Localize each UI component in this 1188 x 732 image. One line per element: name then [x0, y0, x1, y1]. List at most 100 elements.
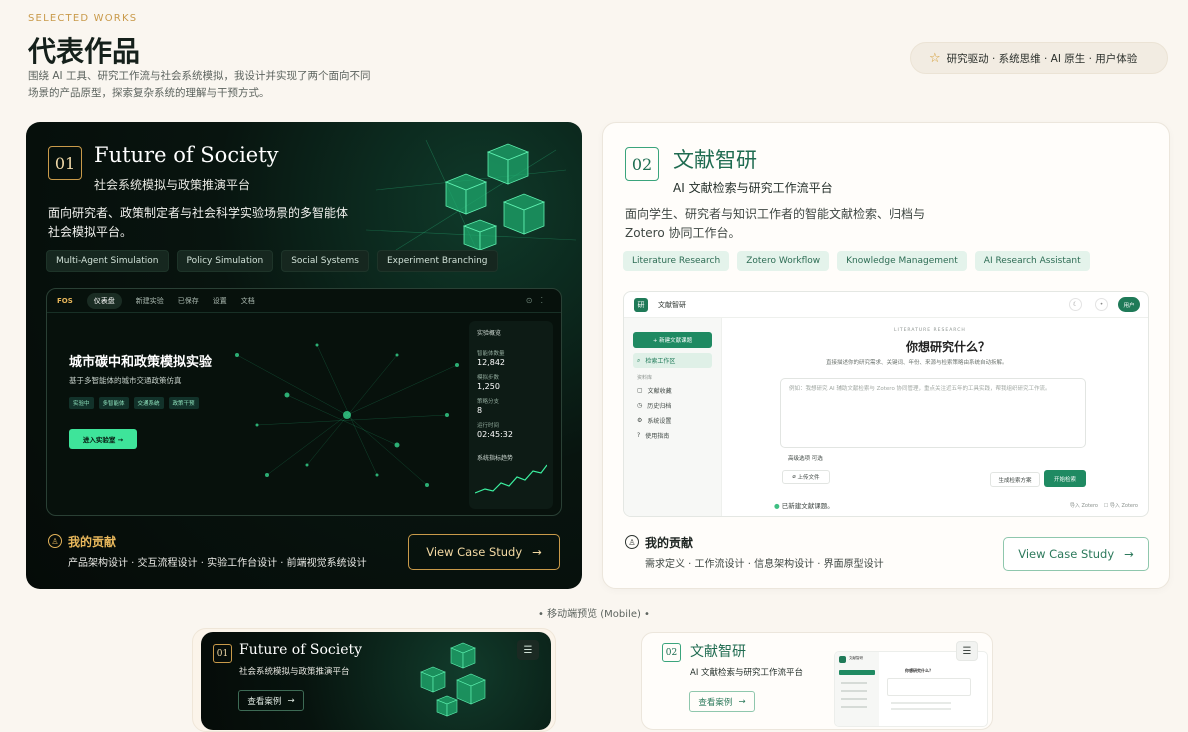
mobile-project-subtitle: AI 文献检索与研究工作流平台: [690, 668, 804, 678]
cube-cluster-illustration: [420, 642, 486, 717]
app-main-subtitle: 直接描述你的研究需求、关键词、年份、来源与检索策略由系统自动拆解。: [826, 360, 1008, 366]
sidebar-item-settings: ⚙ 系统设置: [633, 413, 712, 428]
focus-pill-text: 研究驱动 · 系统思维 · AI 原生 · 用户体验: [946, 52, 1138, 65]
view-case-study-button[interactable]: View Case Study →: [1003, 537, 1149, 571]
import-zotero-label: 导入 Zotero: [1109, 503, 1138, 509]
stat-label: 运行时间: [477, 423, 500, 429]
app-main-title: 你想研究什么？: [906, 340, 991, 354]
stat-label: 智能体数量: [477, 351, 505, 357]
advanced-options: 高级选项 可选: [788, 456, 823, 462]
stat-value: 02:45:32: [477, 430, 513, 439]
dashboard-nav-item: 文档: [240, 296, 255, 305]
view-case-study-button[interactable]: View Case Study →: [408, 534, 560, 570]
page-description: 围绕 AI 工具、研究工作流与社会系统模拟，我设计并实现了两个面向不同场景的产品…: [28, 70, 371, 99]
moon-icon: ☾: [1069, 298, 1082, 311]
trend-sparkline: [475, 464, 547, 494]
mobile-view-case-button[interactable]: 查看案例 →: [238, 690, 304, 711]
arrow-right-icon: →: [1124, 547, 1134, 561]
enter-lab-button: 进入实验室 →: [69, 429, 137, 449]
dashboard-nav: FOS 仪表盘 新建实验 已保存 设置 文档 ⊙⁚: [47, 289, 561, 313]
hamburger-menu-icon[interactable]: ☰: [517, 640, 539, 660]
project-description: 面向学生、研究者与知识工作者的智能文献检索、归档与 Zotero 协同工作台。: [625, 207, 926, 240]
app-eyebrow: LITERATURE RESEARCH: [894, 328, 966, 333]
project-tags: Multi-Agent Simulation Policy Simulation…: [46, 250, 498, 272]
dashboard-nav-item: 设置: [212, 296, 227, 305]
contribution-title: 我的贡献: [645, 536, 694, 550]
stat-label: 模拟步数: [477, 375, 500, 381]
dashboard-chip: 交通系统: [133, 397, 164, 409]
sidebar-item-label: 文献收藏: [647, 388, 672, 395]
tag: AI Research Assistant: [974, 251, 1090, 271]
project-title: Future of Society: [94, 143, 279, 167]
mobile-view-case-button[interactable]: 查看案例 →: [689, 691, 755, 712]
thumbnail-app-name: 文献智研: [849, 656, 863, 660]
app-sidebar: + 新建文献课题 ⌕ 检索工作区 资料库 ▢ 文献收藏 ◷ 历史归档 ⚙ 系统设置 ? 使…: [624, 318, 722, 516]
tag: Literature Research: [623, 251, 730, 271]
folder-icon: ▢: [637, 387, 643, 394]
mobile-card-literature-research[interactable]: 02 文献智研 AI 文献检索与研究工作流平台 查看案例 → 文献智研 你想研究什…: [641, 632, 993, 730]
project-subtitle: AI 文献检索与研究工作流平台: [673, 181, 833, 195]
dashboard-chip: 政策干预: [168, 397, 199, 409]
thumbnail-line: [841, 706, 867, 708]
view-case-study-label: View Case Study: [1018, 547, 1115, 561]
arrow-right-icon: →: [738, 696, 746, 707]
sidebar-item-favorites: ▢ 文献收藏: [633, 383, 712, 398]
dashboard-hero-subtitle: 基于多智能体的城市交通政策仿真: [69, 376, 182, 385]
mobile-project-number: 02: [662, 643, 681, 662]
mobile-view-case-label: 查看案例: [698, 697, 733, 708]
stat-value: 1,250: [477, 382, 500, 391]
start-search-button: 开始检索: [1044, 470, 1086, 487]
thumbnail-line: [841, 682, 867, 684]
import-zotero-checkbox: ☐ 导入 Zotero: [1103, 503, 1138, 509]
stat-value: 8: [477, 406, 483, 415]
app-preview: 研 文献智研 ☾ • 用户 + 新建文献课题 ⌕ 检索工作区 资料库 ▢ 文献收藏 …: [623, 291, 1149, 517]
thumbnail-line: [891, 702, 951, 704]
tag: Social Systems: [281, 250, 369, 272]
mobile-project-number: 01: [213, 644, 232, 663]
thumbnail-new-button: [839, 670, 875, 675]
contribution-icon: ♙: [48, 534, 62, 548]
thumbnail-line: [891, 708, 951, 710]
project-card-literature-research[interactable]: 02 文献智研 AI 文献检索与研究工作流平台 面向学生、研究者与知识工作者的智…: [602, 122, 1170, 589]
tag: Policy Simulation: [176, 250, 274, 272]
project-description: 面向研究者、政策制定者与社会科学实验场景的多智能体社会模拟平台。: [48, 206, 349, 239]
dashboard-settings-icon: ⊙⁚: [525, 296, 551, 305]
sidebar-item-guide: ? 使用指南: [633, 428, 712, 443]
stats-title: 实验概览: [477, 330, 502, 337]
sidebar-item-label: 使用指南: [645, 433, 670, 440]
research-query-textarea: 例如：我想研究 AI 辅助文献检索与 Zotero 协同管理，重点关注近五年的工…: [780, 378, 1086, 448]
hamburger-menu-icon[interactable]: ☰: [956, 641, 978, 661]
arrow-right-icon: →: [532, 545, 542, 559]
thumbnail-title: 你想研究什么？: [905, 668, 933, 673]
status-dot-icon: ●: [774, 502, 780, 510]
project-number: 01: [48, 146, 82, 180]
project-number: 02: [625, 147, 659, 181]
help-icon: ?: [637, 432, 641, 439]
mobile-view-case-label: 查看案例: [247, 696, 282, 707]
stat-label: 策略分支: [477, 399, 500, 405]
dashboard-logo: FOS: [57, 296, 73, 305]
contribution-title: 我的贡献: [68, 535, 117, 549]
mobile-preview-label: • 移动端预览 (Mobile) •: [538, 609, 650, 620]
dashboard-chips: 实验中 多智能体 交通系统 政策干预: [69, 397, 199, 409]
mobile-project-title: Future of Society: [239, 642, 363, 658]
project-tags: Literature Research Zotero Workflow Know…: [623, 251, 1090, 271]
project-card-future-of-society[interactable]: 01 Future of Society 社会系统模拟与政策推演平台 面向研究者…: [26, 122, 582, 589]
network-graph-illustration: [235, 343, 459, 487]
language-icon: •: [1095, 298, 1108, 311]
status-text: 已新建文献课题。: [781, 502, 834, 510]
dashboard-nav-item: 已保存: [177, 296, 199, 305]
view-case-study-label: View Case Study: [426, 545, 523, 559]
mobile-project-subtitle: 社会系统模拟与政策推演平台: [239, 667, 350, 677]
app-name: 文献智研: [658, 300, 686, 309]
mobile-card-future-of-society[interactable]: 01 Future of Society 社会系统模拟与政策推演平台 查看案例 →…: [201, 632, 551, 730]
project-subtitle: 社会系统模拟与政策推演平台: [94, 178, 251, 192]
dashboard-hero-title: 城市碳中和政策模拟实验: [69, 355, 213, 370]
mobile-project-title: 文献智研: [690, 644, 746, 660]
tag: Experiment Branching: [377, 250, 498, 272]
sidebar-item-label: 历史归档: [647, 403, 672, 410]
upload-file-button: ⌀ 上传文件: [782, 470, 830, 484]
page-title: 代表作品: [28, 35, 141, 68]
thumbnail-line: [841, 698, 867, 700]
app-logo: 研: [634, 297, 648, 312]
